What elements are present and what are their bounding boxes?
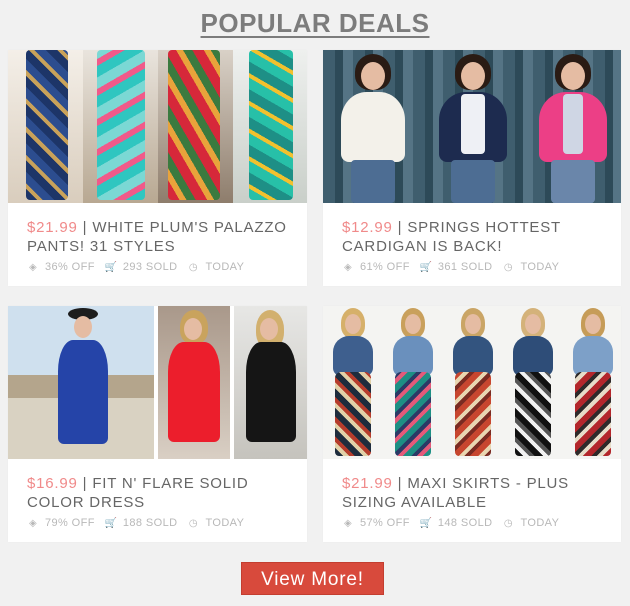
deal-image-dress[interactable] (8, 306, 307, 459)
view-more-button[interactable]: View More! (241, 562, 384, 595)
clock-icon: ◷ (503, 517, 514, 529)
deal-card-palazzo[interactable]: $21.99 | WHITE PLUM'S PALAZZO PANTS! 31 … (8, 50, 307, 286)
deal-image-maxi[interactable] (323, 306, 621, 459)
clock-icon: ◷ (188, 261, 199, 273)
clock-icon: ◷ (503, 261, 514, 273)
deal-price: $21.99 (27, 219, 78, 236)
deal-time: TODAY (205, 261, 245, 273)
tag-icon: ◈ (343, 517, 353, 529)
deal-title-cardigan[interactable]: $12.99 | SPRINGS HOTTEST CARDIGAN IS BAC… (342, 218, 609, 256)
tag-icon: ◈ (28, 517, 38, 529)
deal-card-cardigan[interactable]: $12.99 | SPRINGS HOTTEST CARDIGAN IS BAC… (323, 50, 621, 286)
cart-icon: 🛒 (104, 261, 118, 273)
deal-sold: 293 SOLD (122, 261, 178, 273)
tag-icon: ◈ (28, 261, 38, 273)
deal-off: 61% OFF (360, 261, 410, 273)
deal-meta: ◈ 36% OFF 🛒 293 SOLD ◷ TODAY (27, 261, 297, 273)
deal-off: 36% OFF (45, 261, 95, 273)
deal-sold: 188 SOLD (122, 517, 178, 529)
deal-image-cardigan[interactable] (323, 50, 621, 203)
deal-off: 79% OFF (45, 517, 95, 529)
deal-image-palazzo[interactable] (8, 50, 307, 203)
deal-title-dress[interactable]: $16.99 | FIT N' FLARE SOLID COLOR DRESS (27, 474, 295, 512)
deal-time: TODAY (520, 261, 560, 273)
deal-off: 57% OFF (360, 517, 410, 529)
deal-meta: ◈ 57% OFF 🛒 148 SOLD ◷ TODAY (342, 517, 611, 529)
deal-title-maxi[interactable]: $21.99 | MAXI SKIRTS - PLUS SIZING AVAIL… (342, 474, 609, 512)
deal-time: TODAY (520, 517, 560, 529)
cart-icon: 🛒 (104, 517, 118, 529)
deal-sold: 148 SOLD (437, 517, 493, 529)
deal-sold: 361 SOLD (437, 261, 493, 273)
deal-meta: ◈ 79% OFF 🛒 188 SOLD ◷ TODAY (27, 517, 297, 529)
deal-time: TODAY (205, 517, 245, 529)
deal-price: $16.99 (27, 475, 78, 492)
cart-icon: 🛒 (419, 517, 433, 529)
cart-icon: 🛒 (419, 261, 433, 273)
deal-meta: ◈ 61% OFF 🛒 361 SOLD ◷ TODAY (342, 261, 611, 273)
clock-icon: ◷ (188, 517, 199, 529)
deal-price: $21.99 (342, 475, 393, 492)
section-title: POPULAR DEALS (0, 8, 630, 39)
deal-card-maxi[interactable]: $21.99 | MAXI SKIRTS - PLUS SIZING AVAIL… (323, 306, 621, 542)
section-title-text: POPULAR DEALS (200, 8, 430, 38)
deal-price: $12.99 (342, 219, 393, 236)
deal-title-palazzo[interactable]: $21.99 | WHITE PLUM'S PALAZZO PANTS! 31 … (27, 218, 295, 256)
tag-icon: ◈ (343, 261, 353, 273)
deal-card-dress[interactable]: $16.99 | FIT N' FLARE SOLID COLOR DRESS … (8, 306, 307, 542)
